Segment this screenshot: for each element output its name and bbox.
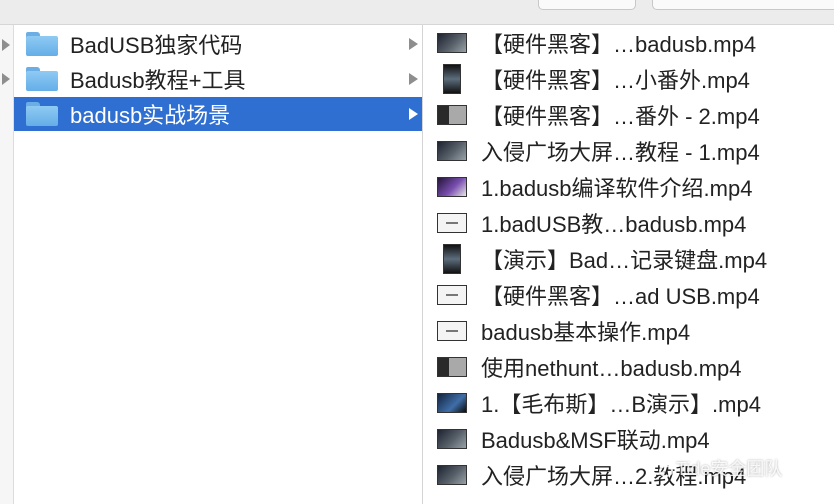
file-row[interactable]: 1.【毛布斯】…B演示】.mp4 — [423, 385, 834, 421]
file-row[interactable]: 入侵广场大屏…2.教程.mp4 — [423, 457, 834, 493]
file-row[interactable]: 入侵广场大屏…教程 - 1.mp4 — [423, 133, 834, 169]
disclosure-arrow-icon — [2, 39, 10, 51]
toolbar-search-field[interactable] — [652, 0, 834, 10]
video-thumbnail-icon — [437, 429, 467, 449]
file-label: 入侵广场大屏…教程 - 1.mp4 — [481, 140, 760, 165]
file-label: 【硬件黑客】…番外 - 2.mp4 — [481, 104, 760, 129]
file-column[interactable]: 【硬件黑客】…badusb.mp4 【硬件黑客】…小番外.mp4 【硬件黑客】…… — [423, 25, 834, 504]
file-label: 1.【毛布斯】…B演示】.mp4 — [481, 392, 761, 417]
file-row[interactable]: Badusb&MSF联动.mp4 — [423, 421, 834, 457]
file-row[interactable]: 【硬件黑客】…badusb.mp4 — [423, 25, 834, 61]
file-label: Badusb&MSF联动.mp4 — [481, 428, 710, 453]
folder-label: BadUSB独家代码 — [70, 33, 243, 58]
folder-row-badusb-scenarios[interactable]: badusb实战场景 — [14, 97, 422, 131]
folder-row-baduxb-code[interactable]: BadUSB独家代码 — [14, 27, 422, 61]
file-row[interactable]: 1.badUSB教…badusb.mp4 — [423, 205, 834, 241]
file-row[interactable]: 【硬件黑客】…番外 - 2.mp4 — [423, 97, 834, 133]
file-label: 1.badUSB教…badusb.mp4 — [481, 212, 747, 237]
video-thumbnail-icon — [437, 393, 467, 413]
folder-icon — [26, 102, 58, 126]
folder-icon — [26, 32, 58, 56]
video-thumbnail-icon — [437, 33, 467, 53]
file-row[interactable]: 【硬件黑客】…小番外.mp4 — [423, 61, 834, 97]
file-row[interactable]: 【硬件黑客】…ad USB.mp4 — [423, 277, 834, 313]
finder-toolbar — [0, 0, 834, 25]
video-thumbnail-icon — [437, 465, 467, 485]
file-label: 【硬件黑客】…ad USB.mp4 — [481, 284, 760, 309]
video-thumbnail-icon — [443, 64, 461, 94]
file-row[interactable]: badusb基本操作.mp4 — [423, 313, 834, 349]
file-row[interactable]: 【演示】Bad…记录键盘.mp4 — [423, 241, 834, 277]
file-label: 1.badusb编译软件介绍.mp4 — [481, 176, 753, 201]
file-label: 使用nethunt…badusb.mp4 — [481, 356, 742, 381]
file-row[interactable]: 1.badusb编译软件介绍.mp4 — [423, 169, 834, 205]
chevron-right-icon — [409, 38, 418, 50]
video-thumbnail-icon — [437, 213, 467, 233]
chevron-right-icon — [409, 73, 418, 85]
file-label: 【硬件黑客】…小番外.mp4 — [481, 68, 750, 93]
folder-row-badusb-tutorial[interactable]: Badusb教程+工具 — [14, 62, 422, 96]
video-thumbnail-icon — [437, 321, 467, 341]
video-thumbnail-icon — [437, 141, 467, 161]
file-label: 入侵广场大屏…2.教程.mp4 — [481, 464, 747, 489]
disclosure-arrow-icon — [2, 73, 10, 85]
folder-column[interactable]: BadUSB独家代码 Badusb教程+工具 badusb实战场景 — [14, 25, 423, 504]
file-label: badusb基本操作.mp4 — [481, 320, 691, 345]
chevron-right-icon — [409, 108, 418, 120]
parent-column[interactable] — [0, 25, 14, 504]
toolbar-button[interactable] — [538, 0, 636, 10]
video-thumbnail-icon — [437, 285, 467, 305]
finder-window: BadUSB独家代码 Badusb教程+工具 badusb实战场景 【硬件黑客】… — [0, 0, 834, 504]
video-thumbnail-icon — [437, 357, 467, 377]
file-label: 【硬件黑客】…badusb.mp4 — [481, 32, 757, 57]
video-thumbnail-icon — [437, 177, 467, 197]
file-row[interactable]: 使用nethunt…badusb.mp4 — [423, 349, 834, 385]
file-label: 【演示】Bad…记录键盘.mp4 — [481, 248, 768, 273]
folder-label: Badusb教程+工具 — [70, 68, 246, 93]
video-thumbnail-icon — [443, 244, 461, 274]
folder-label: badusb实战场景 — [70, 103, 231, 128]
folder-icon — [26, 67, 58, 91]
video-thumbnail-icon — [437, 105, 467, 125]
